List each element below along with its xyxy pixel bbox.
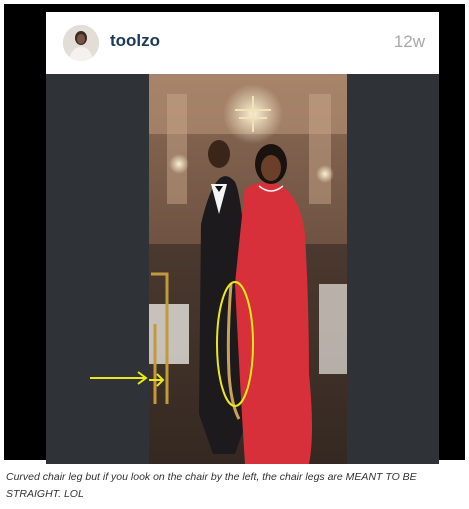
photo-scene bbox=[149, 74, 347, 464]
photo-left-margin bbox=[46, 74, 149, 464]
profile-avatar[interactable] bbox=[63, 25, 99, 61]
image-frame: toolzo 12w bbox=[4, 4, 465, 464]
photo-right-margin bbox=[347, 74, 439, 464]
photo-caption: Curved chair leg but if you look on the … bbox=[6, 471, 417, 500]
woman-in-red-gown bbox=[235, 182, 312, 464]
post-timestamp: 12w bbox=[393, 32, 425, 51]
post-photo[interactable] bbox=[149, 74, 347, 464]
post-header: toolzo 12w bbox=[46, 12, 439, 74]
post-username[interactable]: toolzo bbox=[110, 31, 160, 51]
instagram-post-card: toolzo 12w bbox=[46, 12, 439, 464]
avatar-image bbox=[63, 25, 99, 61]
annotation-arrow-left bbox=[90, 371, 148, 385]
